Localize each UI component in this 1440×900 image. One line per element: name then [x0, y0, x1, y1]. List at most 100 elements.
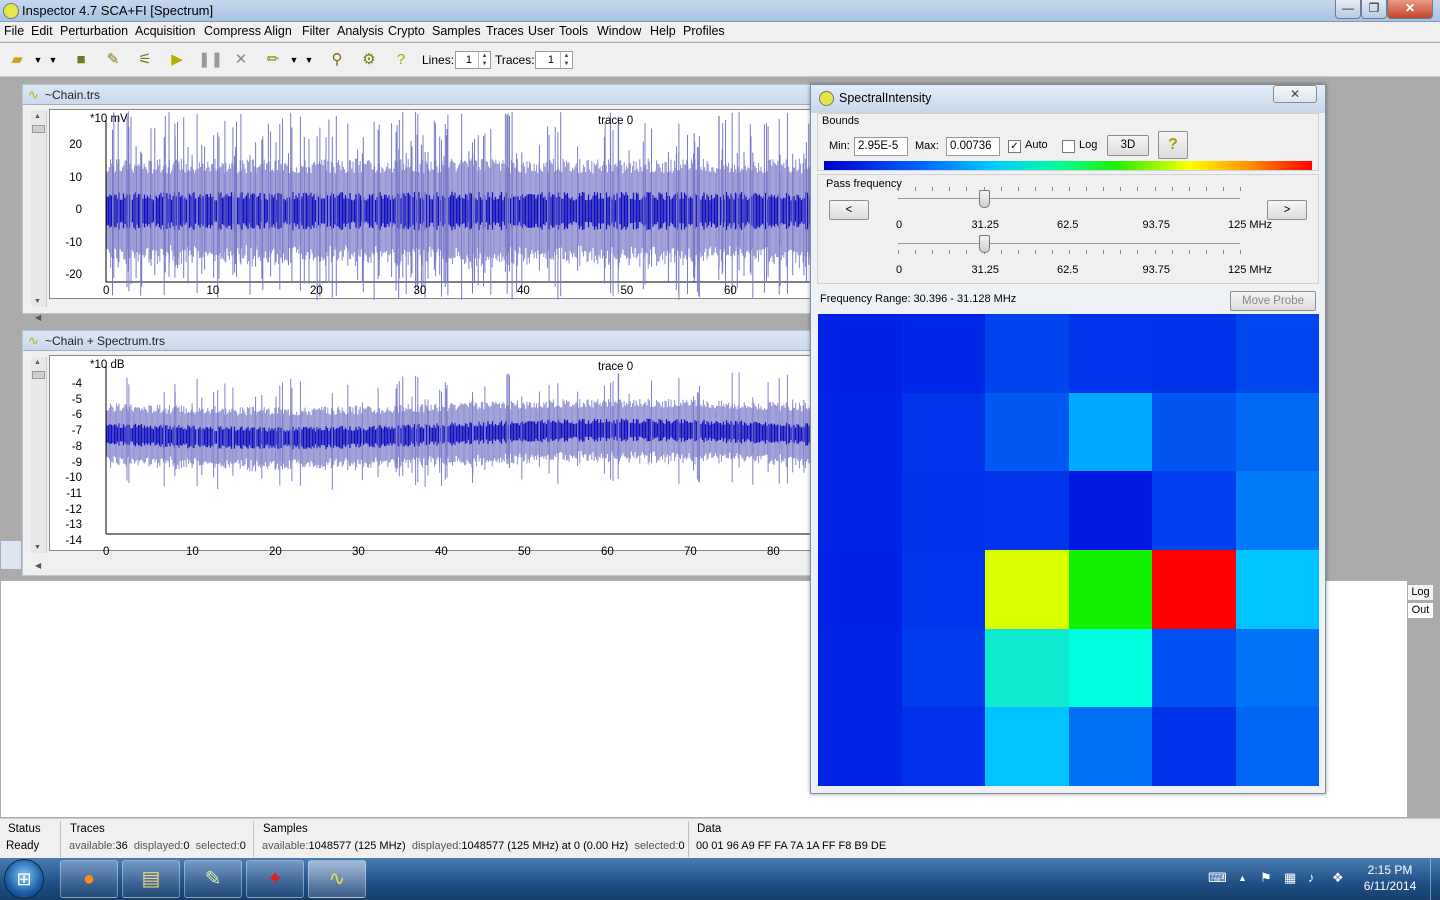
spinner-arrows-icon[interactable]: ▲ ▼: [560, 52, 572, 68]
acquire-icon[interactable]: ⚟: [134, 49, 156, 71]
minimize-button[interactable]: —: [1335, 0, 1361, 19]
menu-help[interactable]: Help: [650, 24, 676, 38]
spectral-heatmap[interactable]: [818, 314, 1319, 786]
heatmap-cell[interactable]: [818, 707, 902, 786]
heatmap-cell[interactable]: [1068, 549, 1152, 629]
heatmap-cell[interactable]: [1152, 707, 1236, 786]
scroll-left-icon[interactable]: ◀: [35, 561, 41, 570]
traces-spinner[interactable]: 1 ▲ ▼: [535, 51, 573, 69]
heatmap-cell[interactable]: [1235, 549, 1319, 629]
open-folder-icon[interactable]: ▰: [6, 49, 28, 71]
menu-compress[interactable]: Compress: [204, 24, 261, 38]
scroll-down-icon[interactable]: ▼: [34, 298, 41, 305]
min-input[interactable]: 2.95E-5: [854, 137, 908, 156]
spectral-close-button[interactable]: ✕: [1273, 85, 1317, 103]
prev-button[interactable]: <: [829, 200, 869, 220]
heatmap-cell[interactable]: [901, 314, 985, 393]
frequency-slider-track[interactable]: [898, 198, 1240, 199]
heatmap-cell[interactable]: [818, 471, 902, 550]
pdf-taskbar-button[interactable]: ✦: [246, 860, 304, 898]
heatmap-cell[interactable]: [901, 628, 985, 708]
heatmap-cell[interactable]: [985, 471, 1069, 550]
heatmap-cell[interactable]: [1068, 392, 1152, 472]
clock[interactable]: 2:15 PM 6/11/2014: [1362, 862, 1418, 894]
scroll-thumb[interactable]: [32, 125, 45, 133]
out-tab[interactable]: Out: [1407, 602, 1434, 619]
menu-traces[interactable]: Traces: [486, 24, 524, 38]
menu-analysis[interactable]: Analysis: [337, 24, 384, 38]
heatmap-cell[interactable]: [1235, 314, 1319, 393]
heatmap-cell[interactable]: [1068, 314, 1152, 393]
scroll-thumb[interactable]: [32, 371, 45, 379]
vertical-scrollbar[interactable]: ▲ ▼: [31, 357, 47, 553]
menu-tools[interactable]: Tools: [559, 24, 588, 38]
heatmap-cell[interactable]: [1068, 628, 1152, 708]
edit-dropdown-icon[interactable]: ▼: [288, 49, 300, 71]
auto-checkbox[interactable]: ✓: [1008, 140, 1021, 153]
scroll-up-icon[interactable]: ▲: [34, 359, 41, 366]
help-button[interactable]: ?: [1158, 131, 1188, 159]
heatmap-cell[interactable]: [1068, 707, 1152, 786]
binoculars-icon[interactable]: ⚲: [326, 49, 348, 71]
show-desktop-button[interactable]: [1430, 858, 1440, 900]
spinner-arrows-icon[interactable]: ▲ ▼: [478, 52, 490, 68]
menu-profiles[interactable]: Profiles: [683, 24, 725, 38]
menu-align[interactable]: Align: [264, 24, 292, 38]
high-frequency-slider-thumb[interactable]: [978, 235, 990, 253]
heatmap-cell[interactable]: [985, 628, 1069, 708]
heatmap-cell[interactable]: [901, 549, 985, 629]
firefox-taskbar-button[interactable]: ●: [60, 860, 118, 898]
menu-samples[interactable]: Samples: [432, 24, 481, 38]
network-icon[interactable]: ▦: [1284, 870, 1296, 886]
heatmap-cell[interactable]: [1235, 392, 1319, 472]
heatmap-cell[interactable]: [1235, 471, 1319, 550]
help-icon[interactable]: ?: [390, 49, 412, 71]
heatmap-cell[interactable]: [1152, 549, 1236, 629]
heatmap-cell[interactable]: [1235, 628, 1319, 708]
collapse-tab[interactable]: [0, 540, 22, 570]
edit-dropdown-2-icon[interactable]: ▼: [303, 49, 315, 71]
menu-user[interactable]: User: [528, 24, 554, 38]
save-icon[interactable]: ■: [70, 49, 92, 71]
heatmap-cell[interactable]: [1152, 392, 1236, 472]
heatmap-cell[interactable]: [985, 392, 1069, 472]
play-icon[interactable]: ▶: [166, 49, 188, 71]
heatmap-cell[interactable]: [818, 314, 902, 393]
explorer-taskbar-button[interactable]: ▤: [122, 860, 180, 898]
spectrum-plot[interactable]: *10 dB trace 0 -4 -5 -6 -7 -8 -9 -10 -11 -12 -13 -…: [49, 355, 822, 558]
menu-file[interactable]: File: [4, 24, 24, 38]
menu-acquisition[interactable]: Acquisition: [135, 24, 195, 38]
analysis-icon[interactable]: ⚙: [358, 49, 380, 71]
maximize-button[interactable]: ❐: [1361, 0, 1387, 19]
start-button[interactable]: ⊞: [4, 859, 44, 899]
max-input[interactable]: 0.00736: [946, 137, 1000, 156]
cancel-icon[interactable]: ✕: [230, 49, 252, 71]
menu-filter[interactable]: Filter: [302, 24, 330, 38]
heatmap-cell[interactable]: [1152, 314, 1236, 393]
editor-taskbar-button[interactable]: ✎: [184, 860, 242, 898]
heatmap-cell[interactable]: [818, 628, 902, 708]
heatmap-cell[interactable]: [985, 707, 1069, 786]
low-frequency-slider-thumb[interactable]: [978, 190, 990, 208]
heatmap-cell[interactable]: [985, 314, 1069, 393]
frequency-slider-track[interactable]: [898, 243, 1240, 244]
log-checkbox[interactable]: [1062, 140, 1075, 153]
menu-crypto[interactable]: Crypto: [388, 24, 425, 38]
volume-icon[interactable]: ♪: [1308, 870, 1315, 885]
close-button[interactable]: ✕: [1387, 0, 1433, 19]
heatmap-cell[interactable]: [901, 707, 985, 786]
trace-plot[interactable]: *10 mV trace 0 20100-10-2001020304050607…: [49, 109, 840, 301]
move-probe-button[interactable]: Move Probe: [1230, 291, 1316, 311]
vertical-scrollbar[interactable]: ▲ ▼: [31, 111, 47, 307]
show-hidden-icons-icon[interactable]: ▲: [1238, 873, 1247, 883]
scroll-down-icon[interactable]: ▼: [34, 544, 41, 551]
log-tab[interactable]: Log: [1407, 584, 1434, 601]
menu-window[interactable]: Window: [597, 24, 641, 38]
scroll-up-icon[interactable]: ▲: [34, 113, 41, 120]
heatmap-cell[interactable]: [818, 549, 902, 629]
menu-perturbation[interactable]: Perturbation: [60, 24, 128, 38]
heatmap-cell[interactable]: [1152, 471, 1236, 550]
heatmap-cell[interactable]: [1068, 471, 1152, 550]
recent-dropdown-icon[interactable]: ▼: [47, 49, 59, 71]
action-center-icon[interactable]: ⚑: [1260, 870, 1272, 886]
